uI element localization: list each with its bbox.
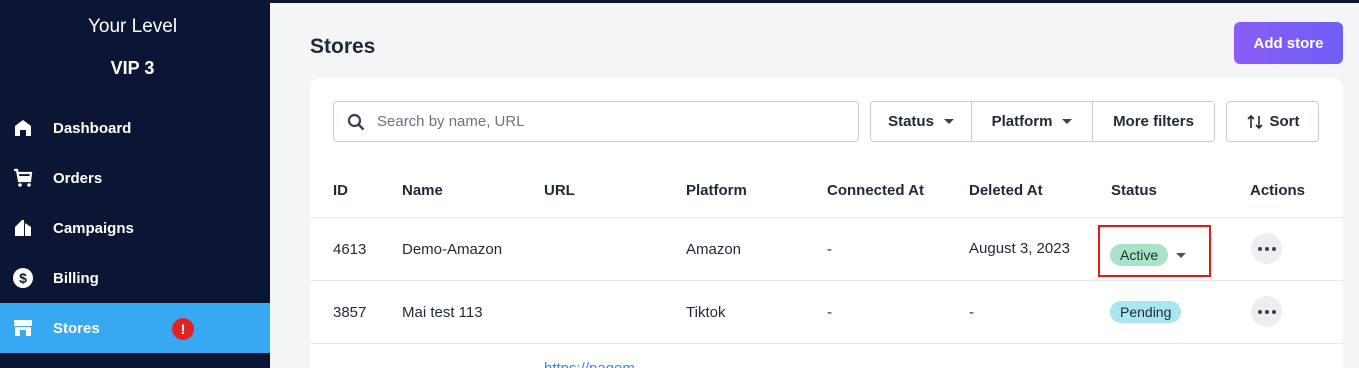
status-filter-label: Status [888,113,934,130]
row-divider [310,343,1343,344]
sidebar-item-label: Dashboard [53,119,132,137]
sort-button[interactable]: Sort [1226,101,1319,142]
more-filters-label: More filters [1113,113,1194,130]
sidebar-item-label: Billing [53,269,99,287]
sidebar-item-billing[interactable]: $ Billing [0,253,270,303]
column-header-deleted-at: Deleted At [969,182,1043,199]
more-actions-button[interactable] [1251,296,1282,327]
chevron-down-icon [1062,119,1073,124]
dollar-icon: $ [11,266,35,290]
row-divider [310,280,1343,281]
cart-icon [11,166,35,190]
sort-icon [1246,113,1264,131]
column-header-connected-at: Connected At [827,182,924,199]
cell-platform: Tiktok [686,304,726,321]
sidebar-item-label: Orders [53,169,103,187]
platform-filter-button[interactable]: Platform [972,102,1093,141]
chevron-down-icon [943,119,954,124]
search-icon [347,113,365,131]
store-icon [11,316,35,340]
sidebar-item-campaigns[interactable]: Campaigns [0,203,270,253]
cell-name: Mai test 113 [402,304,483,321]
cell-id: 3857 [333,304,367,321]
cell-connected-at: - [827,241,832,258]
cell-platform: Amazon [686,241,742,258]
home-icon [11,116,35,140]
alert-badge: ! [172,318,194,340]
status-badge[interactable]: Pending [1110,301,1182,323]
column-header-url: URL [544,182,575,199]
cell-name: Demo-Amazon [402,241,503,258]
svg-text:$: $ [19,270,27,286]
column-header-platform: Platform [686,182,747,199]
sidebar-item-stores[interactable]: Stores ! [0,303,270,353]
column-header-name: Name [402,182,443,199]
sidebar-item-dashboard[interactable]: Dashboard [0,103,270,153]
cell-deleted-at: August 3, 2023 [969,240,1070,257]
search-box[interactable] [333,101,859,142]
level-value: VIP 3 [110,58,155,78]
column-header-status: Status [1111,182,1157,199]
search-input[interactable] [377,113,827,130]
cell-url-link[interactable]: https://pagem [544,360,635,368]
page-title: Stores [310,35,376,58]
top-border [270,0,1359,3]
row-divider [310,217,1343,218]
add-store-button[interactable]: Add store [1234,22,1343,64]
cell-id: 4613 [333,241,367,258]
platform-filter-label: Platform [991,113,1053,130]
filter-group: Status Platform More filters [870,101,1215,142]
level-title: Your Level [87,16,178,37]
cell-connected-at: - [827,304,832,321]
sidebar-item-orders[interactable]: Orders [0,153,270,203]
more-actions-button[interactable] [1251,233,1282,264]
sidebar-item-label: Campaigns [53,219,134,237]
column-header-actions: Actions [1250,182,1306,199]
column-header-id: ID [333,182,348,199]
status-filter-button[interactable]: Status [871,102,972,141]
highlight-box [1098,225,1211,277]
cell-deleted-at: - [969,304,974,321]
campaign-icon [11,216,35,240]
sort-label: Sort [1269,113,1300,130]
more-filters-button[interactable]: More filters [1093,102,1214,141]
sidebar: Your Level VIP 3 Dashboard Orders Campai… [0,0,270,368]
sidebar-item-label: Stores [53,319,100,337]
